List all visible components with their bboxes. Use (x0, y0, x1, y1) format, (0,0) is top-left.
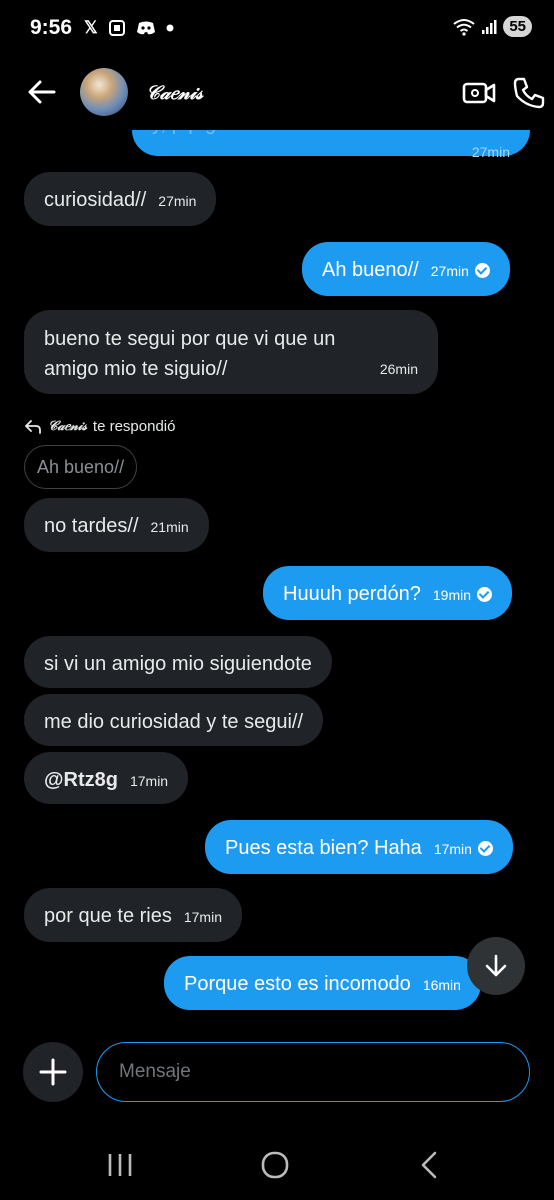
message-text: amigo mio te siguio// (44, 358, 228, 380)
screenshot-icon (108, 20, 125, 36)
message-text: Porque esto es incomodo (184, 973, 411, 995)
recent-apps-icon[interactable] (100, 1148, 140, 1182)
reply-arrow-icon (25, 419, 41, 434)
message-text: Pues esta bien? Haha (225, 837, 422, 859)
notification-dot-icon (166, 24, 174, 32)
message-bubble-incoming[interactable]: si vi un amigo mio siguiendote (24, 636, 332, 688)
message-text: Huuuh perdón? (283, 583, 421, 605)
message-time: 26min (379, 361, 418, 377)
read-check-icon (477, 841, 493, 857)
status-system-icons: 55 (453, 16, 532, 37)
message-time: 19min (432, 586, 472, 603)
message-text: por que te ries (44, 905, 172, 927)
system-nav-bar (0, 1130, 554, 1200)
status-time: 9:56 (30, 16, 73, 39)
back-nav-icon[interactable] (410, 1148, 450, 1182)
message-bubble-outgoing[interactable]: Huuuh perdón? 19min (263, 566, 513, 620)
discord-icon (136, 21, 155, 35)
message-time: 17min (129, 772, 169, 789)
status-notification-icons: 𝕏 (84, 18, 174, 38)
message-time: 17min (433, 840, 472, 857)
reply-label: te respondió (92, 418, 176, 435)
read-check-icon (474, 263, 490, 279)
plus-icon (39, 1058, 67, 1086)
message-bubble-incoming[interactable]: no tardes// 21min (24, 498, 209, 552)
message-bubble-incoming[interactable]: curiosidad// 27min (24, 172, 217, 226)
message-time: 21min (150, 518, 189, 535)
message-input[interactable] (96, 1042, 530, 1102)
message-text: me dio curiosidad y te segui// (44, 711, 304, 733)
message-time: 17min (183, 908, 222, 925)
message-bubble-outgoing[interactable]: Ah bueno// 27min (302, 242, 510, 296)
arrow-down-icon (485, 954, 507, 977)
reply-indicator: 𝒞𝒶𝑒𝓃𝒾𝓈 te respondió (24, 418, 175, 435)
message-bubble-incoming[interactable]: bueno te segui por que vi que un amigo m… (24, 310, 438, 394)
battery-indicator: 55 (503, 16, 532, 37)
contact-avatar[interactable] (80, 68, 128, 116)
message-time: 27min (471, 144, 510, 160)
chat-header: 𝒞𝒶𝑒𝓃𝒾𝓈 (0, 56, 554, 130)
message-bubble-outgoing[interactable]: Porque esto es incomodo 16min (164, 956, 481, 1010)
message-bubble-incoming[interactable]: me dio curiosidad y te segui// (24, 694, 324, 746)
home-icon[interactable] (255, 1148, 295, 1182)
message-text: si vi un amigo mio siguiendote (44, 653, 312, 675)
message-bubble-incoming[interactable]: @Rtz8g 17min (24, 752, 189, 804)
contact-name[interactable]: 𝒞𝒶𝑒𝓃𝒾𝓈 (146, 82, 203, 104)
message-time: 27min (430, 262, 469, 279)
wifi-icon (453, 18, 475, 36)
message-text: no tardes// (44, 515, 139, 537)
message-text: Ah bueno// (322, 259, 419, 281)
status-bar: 9:56 𝕏 55 (0, 0, 554, 56)
reply-sender-name: 𝒞𝒶𝑒𝓃𝒾𝓈 (48, 419, 87, 434)
message-bubble-incoming[interactable]: por que te ries 17min (24, 888, 242, 942)
message-text: bueno te segui por que vi que un (44, 328, 336, 350)
scroll-to-bottom-button[interactable] (467, 937, 525, 995)
mention-link[interactable]: @Rtz8g (44, 769, 118, 791)
message-time: 27min (158, 192, 197, 209)
signal-icon (482, 19, 497, 34)
back-arrow-icon[interactable] (26, 76, 58, 108)
x-logo-icon: 𝕏 (84, 18, 98, 37)
phone-call-icon[interactable] (512, 76, 546, 110)
message-text: curiosidad// (44, 189, 147, 211)
message-time: 16min (422, 976, 461, 993)
quoted-message[interactable]: Ah bueno// (24, 445, 138, 489)
add-attachment-button[interactable] (23, 1042, 83, 1102)
message-bubble-outgoing[interactable]: Pues esta bien? Haha 17min (205, 820, 513, 874)
read-check-icon (477, 587, 493, 603)
video-call-icon[interactable] (462, 76, 496, 110)
